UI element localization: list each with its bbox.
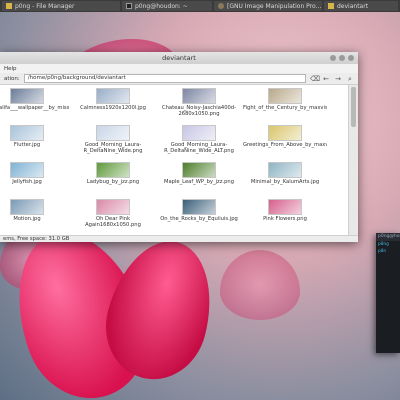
file-manager-window: deviantart Help ation: /home/p0ng/backgr… — [0, 52, 358, 242]
top-taskbar: p0ng - File Manager p0ng@houdon: ~ [GNU … — [0, 0, 400, 12]
taskbar-item-label: p0ng@houdon: ~ — [135, 2, 188, 10]
close-button[interactable] — [348, 55, 354, 61]
vertical-scrollbar[interactable] — [348, 85, 358, 235]
file-name: Maple_Leaf_WP_by_jzz.png — [164, 179, 234, 185]
file-item[interactable]: Good_Morning_Laura-R_DeltaNine_Wide.png — [70, 125, 156, 162]
file-item[interactable]: Chateau_Noisy-Jaschia400d-2680x1050.png — [156, 88, 242, 125]
terminal-title: p0ng@houdon — [376, 233, 400, 241]
file-thumbnail — [268, 125, 302, 141]
file-item[interactable]: Oh Dear Pink Again1680x1050.png — [70, 199, 156, 235]
window-titlebar[interactable]: deviantart — [0, 52, 358, 64]
taskbar-item-file-manager[interactable]: p0ng - File Manager — [2, 1, 120, 11]
maximize-button[interactable] — [339, 55, 345, 61]
taskbar-item-deviantart[interactable]: deviantart — [324, 1, 398, 11]
minimize-button[interactable] — [330, 55, 336, 61]
taskbar-item-gimp[interactable]: [GNU Image Manipulation Pro... — [214, 1, 322, 11]
file-name: Ladybug_by_jzz.png — [86, 179, 140, 185]
file-name: Motion.jpg — [13, 216, 41, 222]
file-name: Jellyfish.jpg — [12, 179, 42, 185]
file-item[interactable]: Pink Flowers.png — [242, 199, 328, 235]
terminal-icon — [126, 3, 132, 9]
search-icon[interactable]: ⌕ — [346, 75, 354, 83]
file-name: Flutter.jpg — [13, 142, 41, 148]
file-name: Chateau_Noisy-Jaschia400d-2680x1050.png — [162, 105, 236, 117]
folder-icon — [6, 3, 12, 9]
file-name: Pink Flowers.png — [263, 216, 307, 222]
terminal-window[interactable]: p0ng@houdon p0ng p0n — [376, 233, 400, 353]
file-thumbnail — [96, 88, 130, 104]
file-item[interactable]: Jellyfish.jpg — [0, 162, 70, 199]
forward-arrow-icon[interactable]: → — [334, 75, 342, 83]
file-thumbnail — [182, 199, 216, 215]
file-thumbnail — [10, 162, 44, 178]
file-name: Minimal_by_KalumArts.jpg — [250, 179, 320, 185]
file-item[interactable]: Fight_of_the_Century_by_maxvision.jpg — [242, 88, 328, 125]
file-thumbnail — [182, 162, 216, 178]
file-thumbnail — [182, 125, 216, 141]
file-name: On_the_Rocks_by_Equiiuis.jpg — [160, 216, 238, 222]
file-thumbnail — [268, 199, 302, 215]
taskbar-item-terminal[interactable]: p0ng@houdon: ~ — [122, 1, 212, 11]
file-item[interactable]: Minimal_by_KalumArts.jpg — [242, 162, 328, 199]
file-name: Fight_of_the_Century_by_maxvision.jpg — [243, 105, 327, 111]
scrollbar-thumb[interactable] — [351, 87, 356, 127]
file-item[interactable]: Ladybug_by_jzz.png — [70, 162, 156, 199]
file-thumbnail — [96, 125, 130, 141]
file-item[interactable]: Good_Morning_Laura-R_DeltaNine_Wide_ALT.… — [156, 125, 242, 162]
file-thumbnail — [182, 88, 216, 104]
file-icon-view: ni_Khalifa___wallpaper__by_miss_lazurde.… — [0, 85, 348, 235]
menu-bar: Help — [0, 64, 358, 73]
file-item[interactable]: Maple_Leaf_WP_by_jzz.png — [156, 162, 242, 199]
wallpaper-petal — [220, 250, 300, 320]
file-name: Calmness1920x1200l.jpg — [80, 105, 146, 111]
file-thumbnail — [96, 162, 130, 178]
file-name: Oh Dear Pink Again1680x1050.png — [85, 216, 141, 228]
file-name: Greetings_From_Above_by_maxvision.png — [243, 142, 327, 148]
file-item[interactable]: ni_Khalifa___wallpaper__by_miss_lazurde.… — [0, 88, 70, 125]
terminal-line: p0n — [378, 249, 387, 254]
file-item[interactable]: On_the_Rocks_by_Equiiuis.jpg — [156, 199, 242, 235]
file-item[interactable]: Motion.jpg — [0, 199, 70, 235]
location-label: ation: — [4, 75, 20, 82]
location-toolbar: ation: /home/p0ng/background/deviantart … — [0, 73, 358, 85]
file-thumbnail — [268, 162, 302, 178]
gimp-icon — [218, 3, 224, 9]
location-input[interactable]: /home/p0ng/background/deviantart — [23, 74, 306, 83]
file-thumbnail — [268, 88, 302, 104]
taskbar-item-label: p0ng - File Manager — [15, 2, 75, 10]
status-bar: ems, Free space: 31.0 GB — [0, 235, 358, 242]
file-thumbnail — [10, 88, 44, 104]
terminal-line: p0ng — [378, 242, 389, 247]
menu-help[interactable]: Help — [4, 66, 17, 72]
file-thumbnail — [96, 199, 130, 215]
file-name: Good_Morning_Laura-R_DeltaNine_Wide_ALT.… — [164, 142, 234, 154]
file-item[interactable]: Flutter.jpg — [0, 125, 70, 162]
taskbar-item-label: deviantart — [337, 2, 369, 10]
taskbar-item-label: [GNU Image Manipulation Pro... — [227, 2, 322, 10]
clear-location-icon[interactable]: ⌫ — [310, 75, 320, 83]
file-name: ni_Khalifa___wallpaper__by_miss_lazurde.… — [0, 105, 69, 111]
file-thumbnail — [10, 199, 44, 215]
file-name: Good_Morning_Laura-R_DeltaNine_Wide.png — [83, 142, 143, 154]
back-arrow-icon[interactable]: ← — [322, 75, 330, 83]
window-title: deviantart — [162, 54, 196, 62]
folder-icon — [328, 3, 334, 9]
file-item[interactable]: Calmness1920x1200l.jpg — [70, 88, 156, 125]
file-item[interactable]: Greetings_From_Above_by_maxvision.png — [242, 125, 328, 162]
file-thumbnail — [10, 125, 44, 141]
